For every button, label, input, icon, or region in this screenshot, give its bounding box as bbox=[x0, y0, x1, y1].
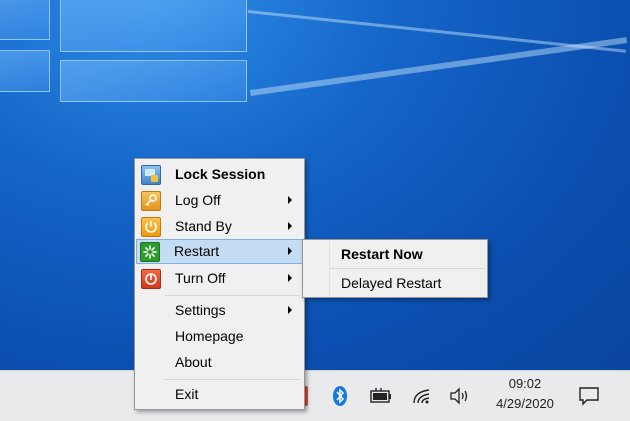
volume-icon[interactable] bbox=[448, 385, 472, 407]
menu-item-label: Homepage bbox=[175, 328, 244, 344]
menu-item-label: About bbox=[175, 354, 212, 370]
restart-icon bbox=[140, 242, 160, 262]
wifi-icon[interactable] bbox=[410, 385, 434, 407]
bluetooth-icon[interactable] bbox=[330, 385, 350, 407]
taskbar-clock[interactable]: 09:02 4/29/2020 bbox=[480, 374, 570, 414]
windows-logo-pane-top-right bbox=[60, 0, 247, 52]
menu-item-lock-session[interactable]: Lock Session bbox=[137, 162, 302, 186]
menu-item-label: Lock Session bbox=[175, 166, 266, 182]
menu-item-restart[interactable]: Restart bbox=[136, 239, 303, 264]
menu-item-stand-by[interactable]: Stand By bbox=[137, 214, 302, 238]
menu-item-settings[interactable]: Settings bbox=[137, 298, 302, 322]
windows-logo-pane-top-left bbox=[0, 0, 50, 40]
clock-date: 4/29/2020 bbox=[496, 396, 554, 411]
menu-item-turn-off[interactable]: Turn Off bbox=[137, 266, 302, 290]
menu-item-label: Turn Off bbox=[175, 270, 226, 286]
menu-item-label: Restart bbox=[174, 243, 220, 259]
menu-separator bbox=[330, 268, 485, 269]
menu-item-exit[interactable]: Exit bbox=[137, 382, 302, 406]
menu-item-log-off[interactable]: Log Off bbox=[137, 188, 302, 212]
light-beam bbox=[247, 10, 626, 53]
tray-context-menu: Lock Session Log Off Stand By Restart Tu… bbox=[134, 158, 305, 410]
turn-off-icon bbox=[141, 269, 161, 289]
submenu-item-label: Restart Now bbox=[341, 246, 423, 262]
menu-item-label: Exit bbox=[175, 386, 199, 402]
power-icon bbox=[141, 217, 161, 237]
notification-center-icon[interactable] bbox=[577, 385, 601, 407]
battery-icon[interactable] bbox=[368, 385, 394, 407]
submenu-arrow-icon bbox=[288, 196, 292, 204]
windows-logo-pane-bottom-right bbox=[60, 60, 247, 102]
submenu-arrow-icon bbox=[288, 274, 292, 282]
menu-item-homepage[interactable]: Homepage bbox=[137, 324, 302, 348]
menu-item-label: Stand By bbox=[175, 218, 232, 234]
windows-logo-pane-bottom-left bbox=[0, 50, 50, 92]
submenu-arrow-icon bbox=[288, 247, 292, 255]
submenu-item-restart-now[interactable]: Restart Now bbox=[304, 241, 486, 267]
clock-time: 09:02 bbox=[508, 376, 542, 391]
submenu-arrow-icon bbox=[288, 222, 292, 230]
menu-item-about[interactable]: About bbox=[137, 350, 302, 374]
key-icon bbox=[141, 191, 161, 211]
submenu-item-delayed-restart[interactable]: Delayed Restart bbox=[304, 270, 486, 295]
restart-submenu: Restart Now Delayed Restart bbox=[302, 239, 488, 298]
desktop-background bbox=[0, 0, 630, 370]
menu-separator bbox=[165, 295, 300, 296]
submenu-item-label: Delayed Restart bbox=[341, 275, 442, 291]
menu-item-label: Settings bbox=[175, 302, 226, 318]
menu-item-label: Log Off bbox=[175, 192, 221, 208]
submenu-arrow-icon bbox=[288, 306, 292, 314]
lock-session-icon bbox=[141, 165, 161, 185]
menu-separator bbox=[165, 379, 300, 380]
